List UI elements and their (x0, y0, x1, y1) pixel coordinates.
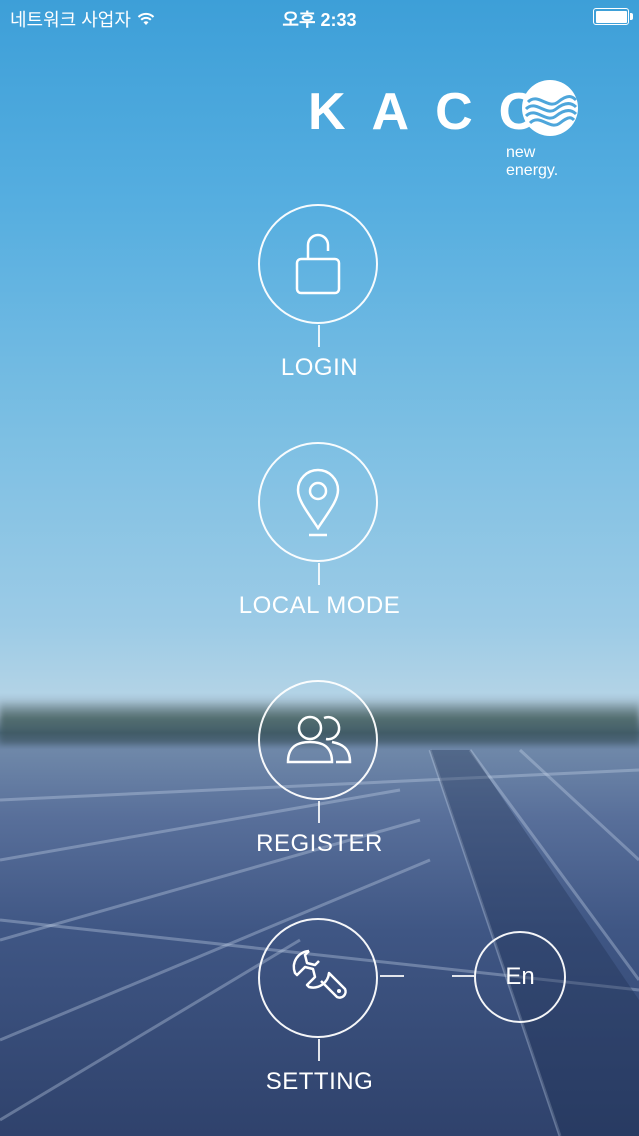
register-label[interactable]: REGISTER (0, 830, 639, 858)
language-button[interactable]: En (474, 931, 566, 1023)
login-label[interactable]: LOGIN (0, 354, 639, 382)
setting-label[interactable]: SETTING (0, 1068, 639, 1096)
connector-line (318, 325, 320, 347)
wrench-icon (292, 949, 347, 999)
connector-line (318, 801, 320, 823)
location-pin-icon (296, 468, 340, 537)
battery-level (595, 10, 627, 23)
register-button[interactable] (258, 680, 378, 800)
unlocked-padlock-icon (295, 233, 341, 295)
status-bar: 네트워크 사업자 오후 2:33 (0, 0, 639, 34)
local-mode-label[interactable]: LOCAL MODE (0, 592, 639, 620)
login-button[interactable] (258, 204, 378, 324)
local-mode-button[interactable] (258, 442, 378, 562)
users-icon (286, 715, 352, 764)
logo-tagline: new energy. (506, 144, 559, 179)
language-label: En (505, 963, 535, 990)
connector-line (318, 563, 320, 585)
connector-line (380, 975, 404, 977)
connector-line (318, 1039, 320, 1061)
kaco-logo: KACO new energy. (308, 80, 578, 179)
status-time: 오후 2:33 (282, 10, 357, 30)
battery-icon (593, 8, 633, 25)
kaco-wave-logo-icon (522, 80, 578, 136)
connector-line (452, 975, 474, 977)
setting-button[interactable] (258, 918, 378, 1038)
